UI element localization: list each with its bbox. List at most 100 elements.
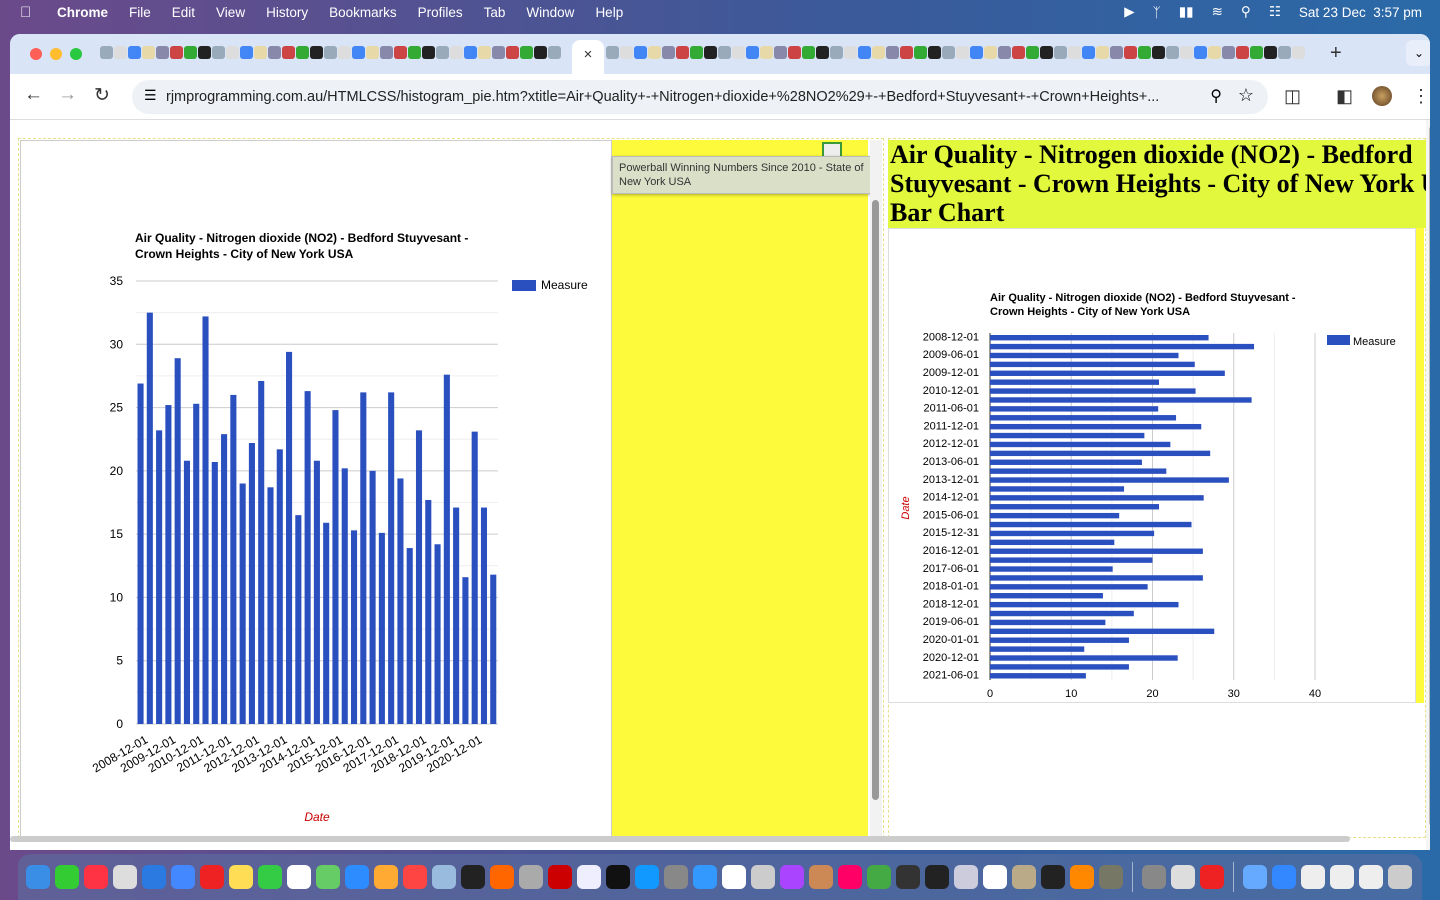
tab-favicon-icon[interactable] xyxy=(774,46,787,59)
url-text[interactable]: rjmprogramming.com.au/HTMLCSS/histogram_… xyxy=(166,89,1159,105)
tab-favicon-icon[interactable] xyxy=(408,46,421,59)
tab-favicon-icon[interactable] xyxy=(338,46,351,59)
dock-script-editor-icon[interactable] xyxy=(1171,865,1195,889)
tab-favicon-icon[interactable] xyxy=(1194,46,1207,59)
dock-messages-icon[interactable] xyxy=(55,865,79,889)
dock-facetime-icon[interactable] xyxy=(258,865,282,889)
tab-favicon-icon[interactable] xyxy=(1138,46,1151,59)
dock-intellij-icon[interactable] xyxy=(838,865,862,889)
tab-favicon-icon[interactable] xyxy=(788,46,801,59)
tab-favicon-icon[interactable] xyxy=(128,46,141,59)
tab-favicon-icon[interactable] xyxy=(198,46,211,59)
tab-favicon-icon[interactable] xyxy=(606,46,619,59)
dock-network-icon[interactable] xyxy=(1272,865,1296,889)
tab-favicon-icon[interactable] xyxy=(1208,46,1221,59)
tab-favicon-icon[interactable] xyxy=(704,46,717,59)
dock-zoom-icon[interactable] xyxy=(345,865,369,889)
tab-favicon-icon[interactable] xyxy=(1152,46,1165,59)
tab-favicon-icon[interactable] xyxy=(520,46,533,59)
tab-favicon-icon[interactable] xyxy=(1264,46,1277,59)
dock-photo-booth-icon[interactable] xyxy=(751,865,775,889)
play-status-icon[interactable]: ▶ xyxy=(1124,4,1134,20)
tab-favicon-icon[interactable] xyxy=(226,46,239,59)
reload-icon[interactable]: ↻ xyxy=(94,84,110,107)
tab-favicon-icon[interactable] xyxy=(1040,46,1053,59)
tab-favicon-icon[interactable] xyxy=(282,46,295,59)
tab-favicon-icon[interactable] xyxy=(1278,46,1291,59)
page-scrollbar[interactable] xyxy=(1426,120,1430,850)
dock-textedit-icon[interactable] xyxy=(287,865,311,889)
dock-finder-icon[interactable] xyxy=(26,865,50,889)
profile-avatar[interactable] xyxy=(1372,86,1392,106)
wifi-icon[interactable]: ≋ xyxy=(1212,4,1223,20)
site-info-icon[interactable]: ☰ xyxy=(144,87,157,104)
tab-favicon-icon[interactable] xyxy=(956,46,969,59)
dock-preview-icon[interactable] xyxy=(432,865,456,889)
tab-favicon-icon[interactable] xyxy=(984,46,997,59)
dock-books-icon[interactable] xyxy=(809,865,833,889)
dock-trash-icon[interactable] xyxy=(1388,865,1412,889)
extensions-puzzle-icon[interactable]: ◫ xyxy=(1284,86,1301,107)
minimize-window-button[interactable] xyxy=(50,48,62,60)
dock-calculator-icon[interactable] xyxy=(664,865,688,889)
dock-folder-icon[interactable] xyxy=(1243,865,1267,889)
dock-launchpad2-icon[interactable] xyxy=(519,865,543,889)
tab-favicon-icon[interactable] xyxy=(436,46,449,59)
horizontal-scrollbar[interactable] xyxy=(10,836,1350,842)
tab-favicon-icon[interactable] xyxy=(1054,46,1067,59)
tab-favicon-icon[interactable] xyxy=(816,46,829,59)
maximize-window-button[interactable] xyxy=(70,48,82,60)
side-panel-icon[interactable]: ◧ xyxy=(1336,86,1353,107)
dock-firefox-icon[interactable] xyxy=(490,865,514,889)
menu-history[interactable]: History xyxy=(266,5,308,20)
bookmark-star-icon[interactable]: ☆ xyxy=(1238,85,1254,106)
battery-icon[interactable]: ▮▮ xyxy=(1179,4,1194,20)
tab-favicon-icon[interactable] xyxy=(1012,46,1025,59)
apple-menu-icon[interactable]:  xyxy=(20,4,36,21)
tab-favicon-icon[interactable] xyxy=(1292,46,1305,59)
menu-window[interactable]: Window xyxy=(526,5,574,20)
tab-favicon-icon[interactable] xyxy=(1236,46,1249,59)
tab-favicon-icon[interactable] xyxy=(830,46,843,59)
tab-favicon-icon[interactable] xyxy=(914,46,927,59)
dock-launchpad-icon[interactable] xyxy=(113,865,137,889)
tab-favicon-icon[interactable] xyxy=(648,46,661,59)
tab-favicon-icon[interactable] xyxy=(268,46,281,59)
dock-window2-icon[interactable] xyxy=(1330,865,1354,889)
dock-xcode-icon[interactable] xyxy=(693,865,717,889)
tab-favicon-icon[interactable] xyxy=(1124,46,1137,59)
tab-favicon-icon[interactable] xyxy=(254,46,267,59)
menu-help[interactable]: Help xyxy=(595,5,623,20)
menu-file[interactable]: File xyxy=(129,5,151,20)
dock-textedit2-icon[interactable] xyxy=(983,865,1007,889)
dock-window3-icon[interactable] xyxy=(1359,865,1383,889)
dock-news-icon[interactable] xyxy=(403,865,427,889)
dock-inkscape-icon[interactable] xyxy=(896,865,920,889)
new-tab-button[interactable]: + xyxy=(1330,42,1342,65)
tab-favicon-icon[interactable] xyxy=(534,46,547,59)
tab-favicon-icon[interactable] xyxy=(1180,46,1193,59)
active-tab[interactable]: × xyxy=(572,40,604,74)
close-window-button[interactable] xyxy=(30,48,42,60)
tab-favicon-icon[interactable] xyxy=(450,46,463,59)
dock-appletv-icon[interactable] xyxy=(606,865,630,889)
tab-favicon-icon[interactable] xyxy=(690,46,703,59)
tab-favicon-icon[interactable] xyxy=(970,46,983,59)
tab-favicon-icon[interactable] xyxy=(548,46,561,59)
dock-calendar-icon[interactable] xyxy=(722,865,746,889)
spotlight-search-icon[interactable]: ⚲ xyxy=(1241,4,1251,20)
tab-favicon-icon[interactable] xyxy=(366,46,379,59)
dock-terminal2-icon[interactable] xyxy=(925,865,949,889)
dock-window1-icon[interactable] xyxy=(1301,865,1325,889)
tab-favicon-icon[interactable] xyxy=(142,46,155,59)
dock-notes-icon[interactable] xyxy=(229,865,253,889)
tab-favicon-icon[interactable] xyxy=(732,46,745,59)
tab-favicon-icon[interactable] xyxy=(634,46,647,59)
tab-favicon-icon[interactable] xyxy=(620,46,633,59)
tab-favicon-icon[interactable] xyxy=(1250,46,1263,59)
dock-quicktime-icon[interactable] xyxy=(954,865,978,889)
tab-favicon-icon[interactable] xyxy=(1166,46,1179,59)
dock-opera2-icon[interactable] xyxy=(1200,865,1224,889)
tab-favicon-icon[interactable] xyxy=(492,46,505,59)
iframe-scrollbar[interactable] xyxy=(870,140,882,838)
